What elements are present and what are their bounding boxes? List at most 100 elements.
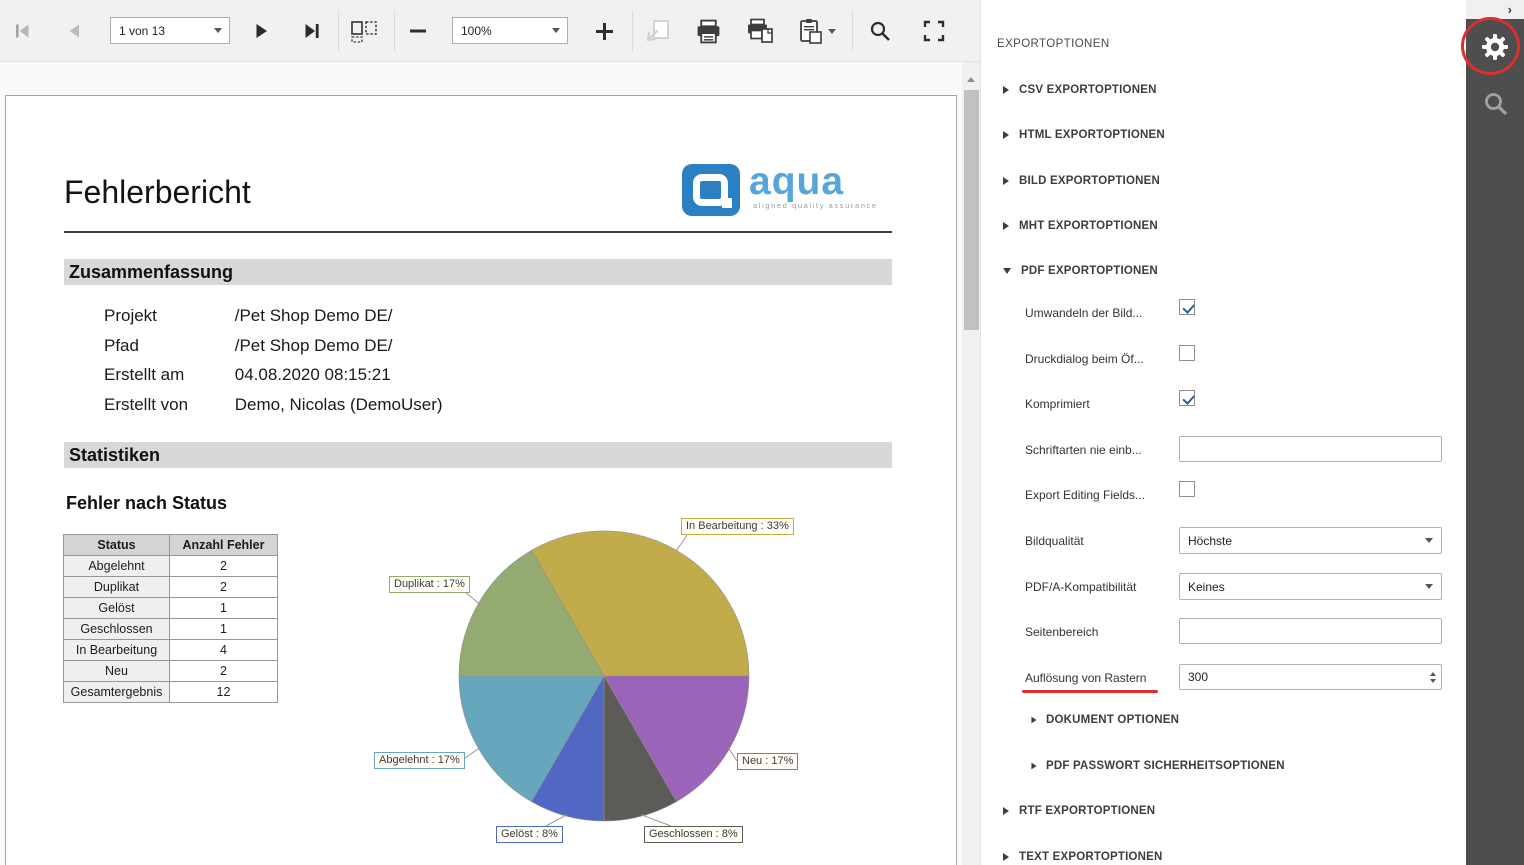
chart-heading: Fehler nach Status — [66, 493, 227, 514]
spin-down-icon[interactable] — [1430, 679, 1436, 683]
collapse-panel-chevron[interactable]: › — [1508, 3, 1512, 16]
table-row: Geschlossen1 — [64, 619, 278, 640]
report-viewer-window: 1 von 13 — [0, 0, 1524, 865]
input-aufloesung-von-rastern[interactable]: 300 — [1179, 664, 1442, 690]
expander-right-icon — [1003, 222, 1009, 230]
select-value: Keines — [1188, 580, 1225, 594]
summary-field-pfad: Pfad /Pet Shop Demo DE/ — [104, 336, 393, 356]
section-csv-exportoptions[interactable]: CSV EXPORTOPTIONEN — [1003, 84, 1157, 96]
page-selector-combobox[interactable]: 1 von 13 — [110, 17, 230, 44]
search-icon — [868, 19, 892, 43]
panel-title: EXPORTOPTIONEN — [997, 38, 1110, 50]
pie-label-geloest: Gelöst : 8% — [496, 826, 563, 843]
report-title: Fehlerbericht — [64, 174, 251, 211]
scroll-up-button[interactable] — [962, 70, 980, 88]
field-label: Erstellt von — [104, 395, 230, 415]
report-page: Fehlerbericht aqua aligned quality assur… — [5, 95, 957, 865]
print-with-settings-button[interactable] — [742, 13, 778, 49]
section-label: RTF EXPORTOPTIONEN — [1019, 805, 1155, 817]
export-dropdown-icon[interactable] — [828, 29, 836, 34]
zoom-in-button[interactable] — [586, 13, 622, 49]
expander-right-icon — [1003, 807, 1009, 815]
field-value: /Pet Shop Demo DE/ — [235, 336, 393, 355]
section-pdf-passwort-sicherheitsoptionen[interactable]: PDF PASSWORT SICHERHEITSOPTIONEN — [1031, 760, 1285, 772]
aqua-wordmark: aqua — [749, 164, 844, 200]
expander-right-icon — [1031, 763, 1036, 770]
section-label: TEXT EXPORTOPTIONEN — [1019, 851, 1163, 863]
table-row: Gelöst1 — [64, 598, 278, 619]
section-html-exportoptions[interactable]: HTML EXPORTOPTIONEN — [1003, 129, 1165, 141]
table-row: Gesamtergebnis12 — [64, 682, 278, 703]
input-seitenbereich[interactable] — [1179, 618, 1442, 644]
aqua-tagline: aligned quality assurance — [753, 201, 878, 210]
chevron-down-icon — [214, 28, 222, 33]
first-page-icon — [12, 22, 32, 40]
section-dokument-optionen[interactable]: DOKUMENT OPTIONEN — [1031, 714, 1179, 726]
option-label-aufloesung-von-rastern: Auflösung von Rastern — [1025, 671, 1146, 685]
multipage-view-button[interactable] — [346, 13, 382, 49]
section-mht-exportoptions[interactable]: MHT EXPORTOPTIONEN — [1003, 220, 1158, 232]
pie-callout-line — [728, 748, 737, 761]
field-value: /Pet Shop Demo DE/ — [235, 306, 393, 325]
checkbox-komprimiert[interactable] — [1179, 390, 1195, 406]
previous-page-icon — [64, 22, 84, 40]
select-pdfa-kompatibilitaet[interactable]: Keines — [1179, 573, 1442, 600]
editing-tool-button-disabled[interactable] — [640, 13, 676, 49]
number-spinner[interactable] — [1430, 672, 1436, 683]
aqua-logo-mark — [682, 164, 740, 216]
section-label: MHT EXPORTOPTIONEN — [1019, 220, 1158, 232]
section-rtf-exportoptions[interactable]: RTF EXPORTOPTIONEN — [1003, 805, 1155, 817]
pie-callout-line — [641, 815, 671, 826]
expander-right-icon — [1031, 717, 1036, 724]
aqua-logo: aqua aligned quality assurance — [682, 162, 867, 204]
zoom-out-button[interactable] — [400, 13, 436, 49]
export-icon — [796, 18, 824, 44]
zoom-combobox[interactable]: 100% — [452, 17, 568, 44]
number-value: 300 — [1188, 670, 1208, 684]
search-button[interactable] — [862, 13, 898, 49]
title-divider — [64, 231, 892, 233]
zoom-out-icon — [409, 28, 427, 34]
page-selector-value: 1 von 13 — [119, 24, 165, 38]
next-page-button[interactable] — [243, 13, 279, 49]
section-bild-exportoptions[interactable]: BILD EXPORTOPTIONEN — [1003, 175, 1160, 187]
column-header: Anzahl Fehler — [170, 535, 278, 556]
section-label: PDF PASSWORT SICHERHEITSOPTIONEN — [1046, 760, 1285, 772]
section-text-exportoptions[interactable]: TEXT EXPORTOPTIONEN — [1003, 851, 1163, 863]
section-label: DOKUMENT OPTIONEN — [1046, 714, 1179, 726]
print-page-setup-icon — [746, 18, 774, 44]
print-button[interactable] — [690, 13, 726, 49]
pie-callout-line — [676, 535, 687, 552]
option-label-pdfa-kompatibilitaet: PDF/A-Kompatibilität — [1025, 580, 1136, 594]
field-value: 04.08.2020 08:15:21 — [235, 365, 391, 384]
pie-callout-line — [465, 592, 480, 604]
spin-up-icon[interactable] — [1430, 672, 1436, 676]
next-page-icon — [251, 22, 271, 40]
export-button[interactable] — [790, 13, 842, 49]
count-cell: 1 — [170, 598, 278, 619]
pie-label-in-bearbeitung: In Bearbeitung : 33% — [681, 518, 794, 535]
section-pdf-exportoptions[interactable]: PDF EXPORTOPTIONEN — [1003, 265, 1158, 277]
field-value: Demo, Nicolas (DemoUser) — [235, 395, 443, 414]
first-page-button[interactable] — [4, 13, 40, 49]
fullscreen-button[interactable] — [916, 13, 952, 49]
select-bildqualitaet[interactable]: Höchste — [1179, 527, 1442, 554]
export-options-panel: EXPORTOPTIONEN CSV EXPORTOPTIONEN HTML E… — [980, 0, 1466, 865]
last-page-button[interactable] — [294, 13, 330, 49]
vertical-scrollbar[interactable] — [962, 62, 980, 865]
status-cell: In Bearbeitung — [64, 640, 170, 661]
input-schriftarten-nie-einbetten[interactable] — [1179, 436, 1442, 462]
search-tab-button[interactable] — [1475, 83, 1515, 123]
scrollbar-thumb[interactable] — [964, 90, 979, 330]
export-options-tab-button[interactable] — [1475, 27, 1515, 67]
option-label-komprimiert: Komprimiert — [1025, 397, 1090, 411]
checkbox-umwandeln-der-bild[interactable] — [1179, 299, 1195, 315]
table-row: In Bearbeitung4 — [64, 640, 278, 661]
option-label-export-editing-fields: Export Editing Fields... — [1025, 488, 1145, 502]
chevron-down-icon — [1425, 538, 1433, 543]
chevron-down-icon — [1425, 584, 1433, 589]
expander-right-icon — [1003, 853, 1009, 861]
checkbox-druckdialog[interactable] — [1179, 345, 1195, 361]
previous-page-button[interactable] — [56, 13, 92, 49]
checkbox-export-editing-fields[interactable] — [1179, 481, 1195, 497]
